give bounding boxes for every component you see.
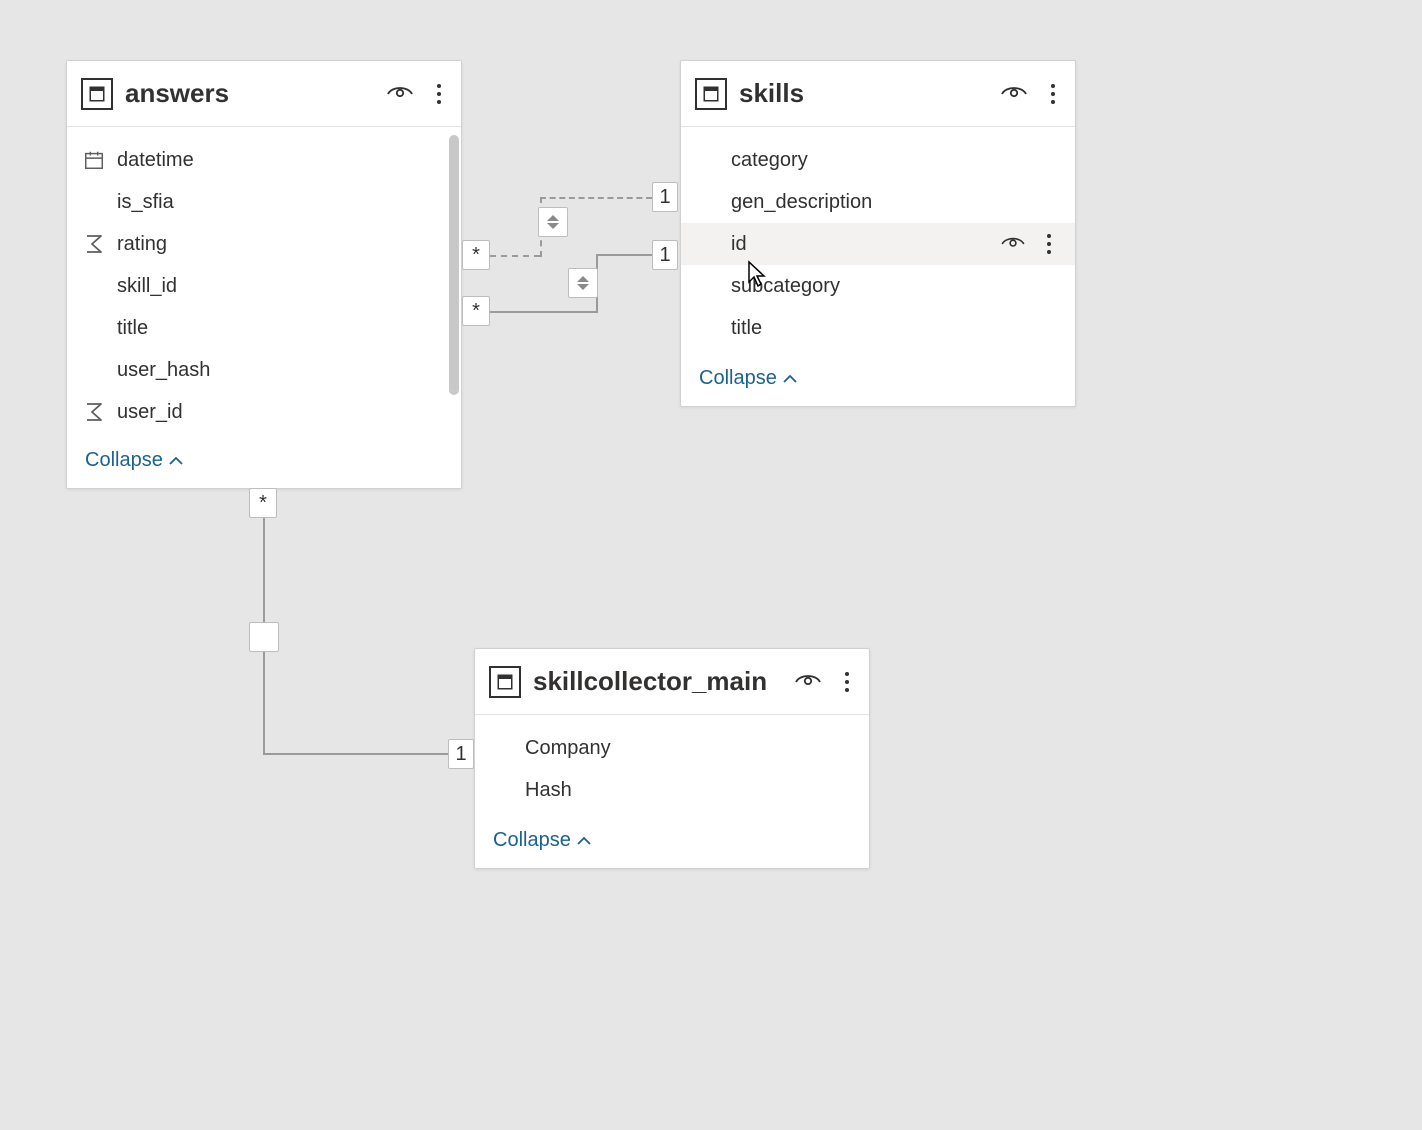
scrollbar-thumb[interactable] bbox=[449, 135, 459, 395]
cardinality-one: 1 bbox=[652, 182, 678, 212]
visibility-icon[interactable] bbox=[795, 672, 821, 692]
blank-icon bbox=[695, 315, 721, 341]
collapse-link[interactable]: Collapse bbox=[681, 355, 1075, 406]
blank-icon bbox=[81, 273, 107, 299]
collapse-label: Collapse bbox=[699, 367, 777, 390]
field-name: is_sfia bbox=[117, 191, 443, 214]
more-options-icon[interactable] bbox=[1041, 230, 1057, 258]
field-row[interactable]: rating bbox=[67, 223, 461, 265]
field-name: id bbox=[731, 233, 991, 256]
relationship-line[interactable] bbox=[263, 753, 448, 755]
field-row[interactable]: gen_description bbox=[681, 181, 1075, 223]
collapse-link[interactable]: Collapse bbox=[475, 817, 869, 868]
table-skillcollector-main[interactable]: skillcollector_main Company Hash Collaps… bbox=[474, 648, 870, 869]
blank-icon bbox=[695, 273, 721, 299]
table-answers[interactable]: answers datetime is_sfia bbox=[66, 60, 462, 489]
blank-icon bbox=[489, 735, 515, 761]
field-row[interactable]: category bbox=[681, 139, 1075, 181]
blank-icon bbox=[695, 147, 721, 173]
table-title: answers bbox=[125, 78, 387, 109]
field-name: datetime bbox=[117, 149, 443, 172]
field-row[interactable]: Company bbox=[475, 727, 869, 769]
field-name: user_hash bbox=[117, 359, 443, 382]
visibility-icon[interactable] bbox=[387, 84, 413, 104]
chevron-up-icon bbox=[169, 453, 183, 469]
blank-icon bbox=[81, 189, 107, 215]
relationship-line[interactable] bbox=[596, 254, 652, 256]
field-row[interactable]: title bbox=[681, 307, 1075, 349]
field-row[interactable]: is_sfia bbox=[67, 181, 461, 223]
table-header-skills[interactable]: skills bbox=[681, 61, 1075, 127]
field-name: Company bbox=[525, 737, 851, 760]
cardinality-many: * bbox=[462, 296, 490, 326]
sum-icon bbox=[81, 231, 107, 257]
collapse-label: Collapse bbox=[493, 829, 571, 852]
chevron-up-icon bbox=[577, 833, 591, 849]
calendar-icon bbox=[81, 147, 107, 173]
field-row[interactable]: Hash bbox=[475, 769, 869, 811]
field-row[interactable]: user_id bbox=[67, 391, 461, 433]
more-options-icon[interactable] bbox=[1045, 80, 1061, 108]
table-header-skillcollector[interactable]: skillcollector_main bbox=[475, 649, 869, 715]
collapse-label: Collapse bbox=[85, 449, 163, 472]
cardinality-many: * bbox=[462, 240, 490, 270]
field-name: user_id bbox=[117, 401, 443, 424]
field-name: gen_description bbox=[731, 191, 1057, 214]
relationship-line[interactable] bbox=[490, 255, 540, 257]
fields-list-skillcollector: Company Hash bbox=[475, 715, 869, 817]
cardinality-one: 1 bbox=[652, 240, 678, 270]
field-row[interactable]: title bbox=[67, 307, 461, 349]
field-name: Hash bbox=[525, 779, 851, 802]
blank-icon bbox=[695, 231, 721, 257]
collapse-link[interactable]: Collapse bbox=[67, 437, 461, 488]
field-name: rating bbox=[117, 233, 443, 256]
blank-icon bbox=[81, 315, 107, 341]
field-row[interactable]: user_hash bbox=[67, 349, 461, 391]
sum-icon bbox=[81, 399, 107, 425]
blank-icon bbox=[695, 189, 721, 215]
visibility-icon[interactable] bbox=[1001, 235, 1025, 253]
blank-icon bbox=[81, 357, 107, 383]
table-icon bbox=[695, 78, 727, 110]
field-name: subcategory bbox=[731, 275, 1057, 298]
table-title: skills bbox=[739, 78, 1001, 109]
blank-icon bbox=[489, 777, 515, 803]
filter-direction-icon[interactable] bbox=[568, 268, 598, 298]
field-row[interactable]: id bbox=[681, 223, 1075, 265]
model-canvas[interactable]: answers datetime is_sfia bbox=[0, 0, 1422, 1130]
field-row[interactable]: subcategory bbox=[681, 265, 1075, 307]
field-name: title bbox=[731, 317, 1057, 340]
table-skills[interactable]: skills category gen_description id bbox=[680, 60, 1076, 407]
cardinality-one: 1 bbox=[448, 739, 474, 769]
field-row[interactable]: datetime bbox=[67, 139, 461, 181]
more-options-icon[interactable] bbox=[431, 80, 447, 108]
relationship-line[interactable] bbox=[490, 311, 598, 313]
table-icon bbox=[489, 666, 521, 698]
table-title: skillcollector_main bbox=[533, 666, 795, 697]
field-name: title bbox=[117, 317, 443, 340]
field-row[interactable]: skill_id bbox=[67, 265, 461, 307]
fields-list-answers: datetime is_sfia rating skill_id title bbox=[67, 127, 461, 437]
more-options-icon[interactable] bbox=[839, 668, 855, 696]
field-name: category bbox=[731, 149, 1057, 172]
visibility-icon[interactable] bbox=[1001, 84, 1027, 104]
chevron-up-icon bbox=[783, 371, 797, 387]
table-header-answers[interactable]: answers bbox=[67, 61, 461, 127]
relationship-line[interactable] bbox=[540, 197, 652, 199]
cardinality-many: * bbox=[249, 488, 277, 518]
fields-list-skills: category gen_description id subcategory bbox=[681, 127, 1075, 355]
table-icon bbox=[81, 78, 113, 110]
field-name: skill_id bbox=[117, 275, 443, 298]
filter-direction-icon[interactable] bbox=[538, 207, 568, 237]
filter-direction-icon[interactable] bbox=[249, 622, 279, 652]
